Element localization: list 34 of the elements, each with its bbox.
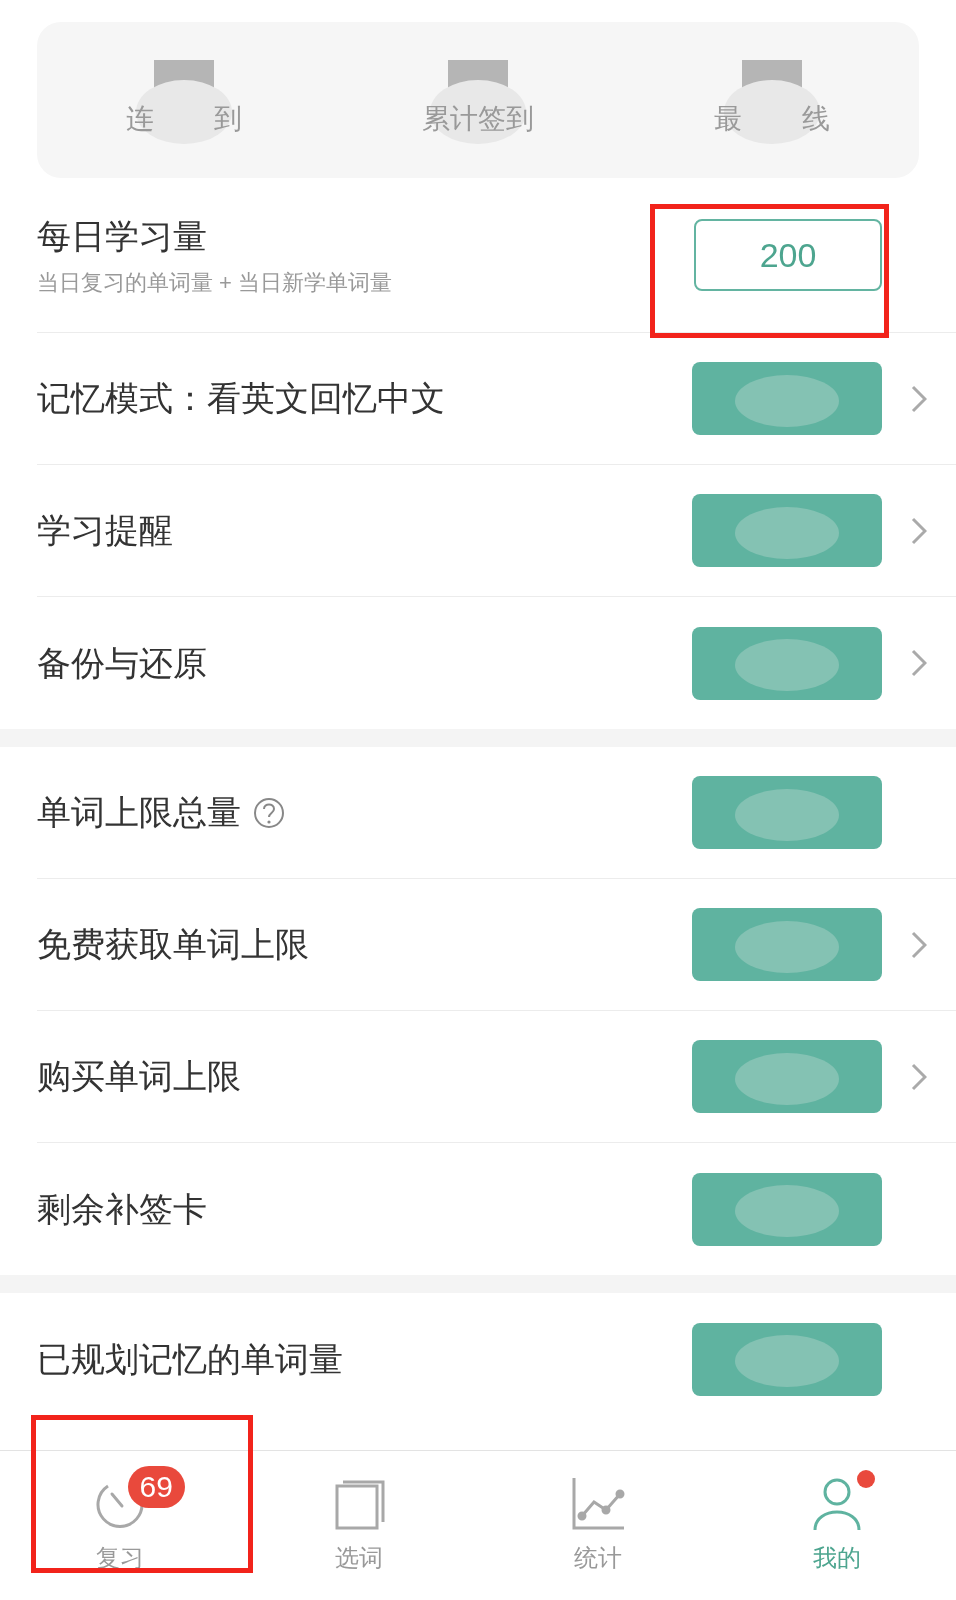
value-button[interactable]: [692, 908, 882, 981]
setting-label: 剩余补签卡: [37, 1188, 207, 1230]
stat-label: 连: [126, 102, 154, 136]
count-badge: 69: [127, 1465, 185, 1508]
value-button[interactable]: [692, 362, 882, 435]
setting-label: 每日学习量: [37, 216, 207, 257]
tab-label: 我的: [812, 1542, 861, 1573]
setting-label: 学习提醒: [37, 510, 173, 551]
daily-amount-field[interactable]: 200: [694, 219, 882, 291]
value-button[interactable]: [692, 1322, 882, 1396]
tab[interactable]: 统计: [478, 1451, 717, 1600]
stat-label: 到: [214, 102, 242, 136]
tab[interactable]: 我的: [717, 1451, 956, 1600]
value-button[interactable]: [692, 494, 882, 567]
value-button[interactable]: [692, 776, 882, 849]
setting-label: 购买单词上限: [37, 1056, 241, 1097]
setting-label: 免费获取单词上限: [37, 924, 309, 965]
tab[interactable]: 69 复习: [0, 1451, 239, 1600]
setting-label: 已规划记忆的单词量: [37, 1338, 343, 1380]
value-button[interactable]: [692, 1172, 882, 1246]
tab[interactable]: 选词: [239, 1451, 478, 1600]
value-button[interactable]: [692, 626, 882, 700]
help-icon[interactable]: [253, 796, 285, 829]
stat-label: 累计签到: [422, 102, 534, 136]
setting-label: 单词上限总量: [37, 792, 241, 833]
stat-label: 线: [802, 102, 830, 136]
stat-label: 最: [714, 102, 742, 136]
tab-label: 统计: [573, 1542, 622, 1573]
tab-label: 选词: [334, 1542, 383, 1573]
setting-label: 记忆模式：看英文回忆中文: [37, 378, 445, 419]
value-button[interactable]: [692, 1040, 882, 1113]
tab-label: 复习: [95, 1542, 144, 1573]
setting-label: 备份与还原: [37, 642, 207, 684]
setting-subtitle: 当日复习的单词量 + 当日新学单词量: [37, 269, 394, 297]
